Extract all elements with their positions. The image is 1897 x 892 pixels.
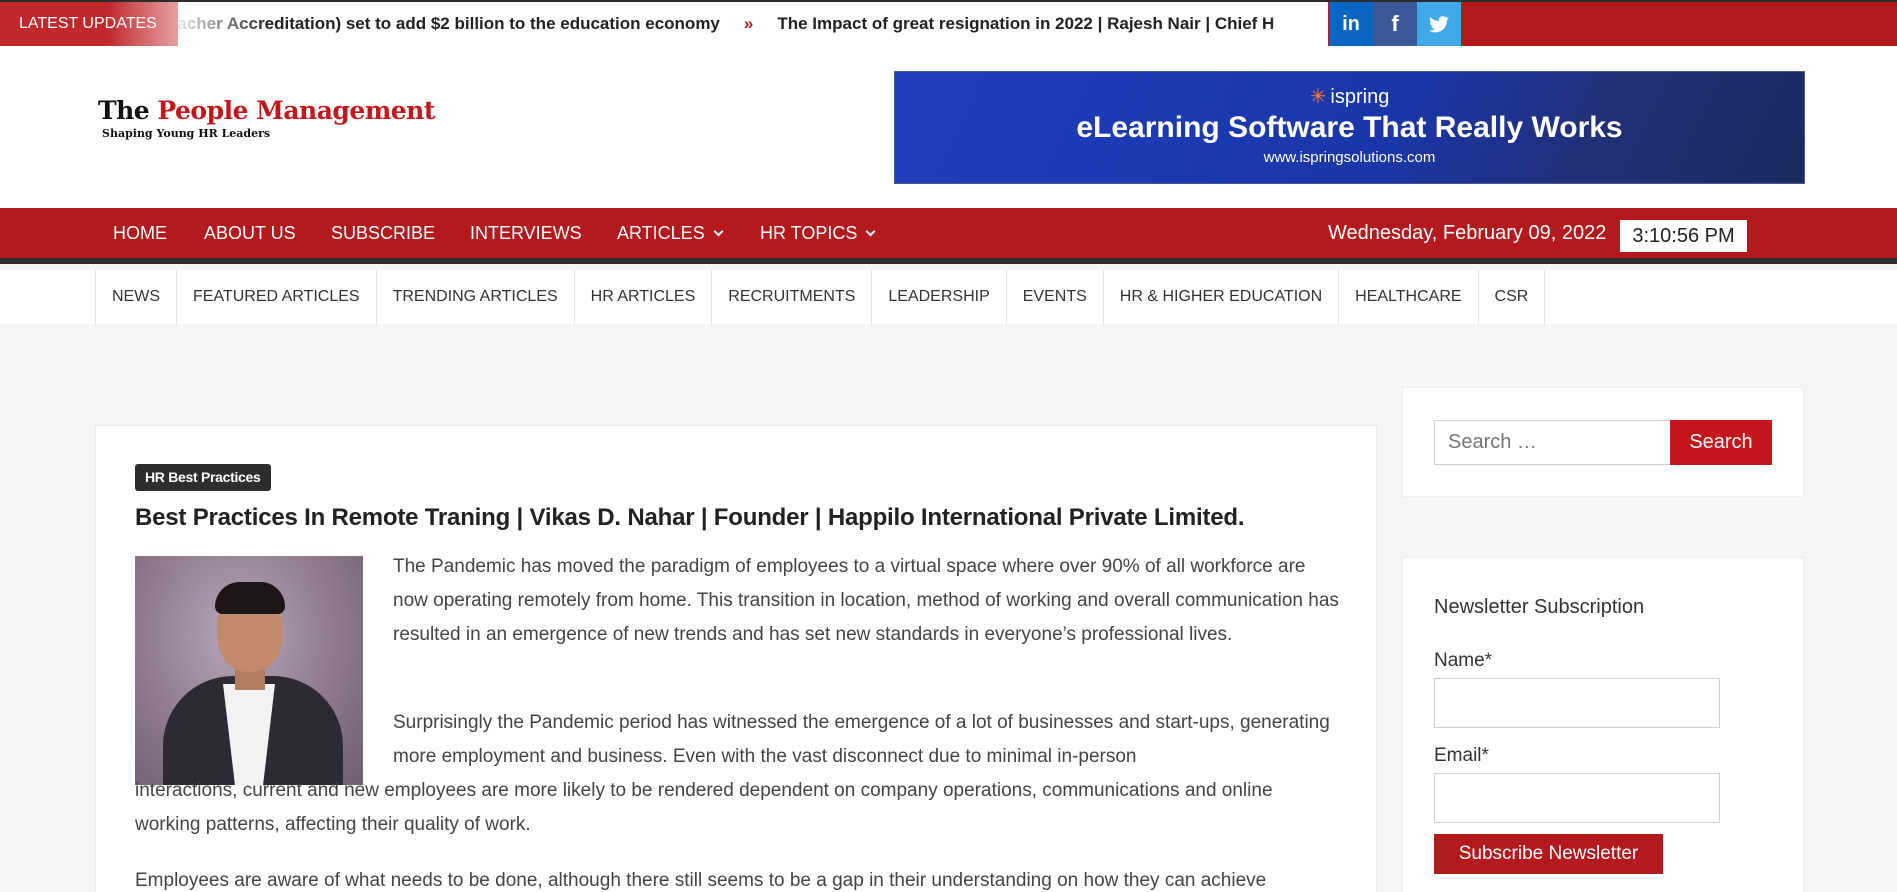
current-date: Wednesday, February 09, 2022 xyxy=(1328,222,1607,244)
ticker-fade-right xyxy=(1268,2,1328,46)
twitter-icon[interactable] xyxy=(1417,2,1461,46)
category-navigation: NEWS FEATURED ARTICLES TRENDING ARTICLES… xyxy=(0,270,1897,324)
search-button[interactable]: Search xyxy=(1670,420,1772,465)
ad-brand-name: ispring xyxy=(1330,86,1390,108)
linkedin-icon[interactable]: in xyxy=(1329,2,1373,46)
nav-home[interactable]: HOME xyxy=(113,208,167,258)
logo-tagline: Shaping Young HR Leaders xyxy=(102,127,271,140)
ad-url: www.ispringsolutions.com xyxy=(1263,149,1436,166)
nav-hr-topics-label: HR TOPICS xyxy=(760,223,858,243)
ispring-logo-icon: ✳ xyxy=(1309,86,1327,108)
newsletter-title: Newsletter Subscription xyxy=(1434,596,1645,618)
nav-articles-label: ARTICLES xyxy=(617,223,705,243)
site-header: The People Management Shaping Young HR L… xyxy=(0,46,1897,208)
ticker-item[interactable]: The Impact of great resignation in 2022 … xyxy=(777,14,1274,33)
latest-updates-ticker: LATEST UPDATES ar Teacher Accreditation)… xyxy=(0,0,1897,46)
main-navigation: HOME ABOUT US SUBSCRIBE INTERVIEWS ARTIC… xyxy=(0,208,1897,264)
logo-title-brand: People Management xyxy=(157,96,435,125)
current-time: 3:10:56 PM xyxy=(1620,220,1747,252)
article-paragraph: The Pandemic has moved the paradigm of e… xyxy=(393,556,1339,645)
ticker-fade-left xyxy=(178,2,268,46)
category-recruitments[interactable]: RECRUITMENTS xyxy=(712,270,873,324)
category-list: NEWS FEATURED ARTICLES TRENDING ARTICLES… xyxy=(95,270,1546,324)
ticker-track: ar Teacher Accreditation) set to add $2 … xyxy=(178,2,1328,46)
ticker-separator: » xyxy=(743,14,754,33)
category-hr-articles[interactable]: HR ARTICLES xyxy=(575,270,713,324)
article-card: HR Best Practices Best Practices In Remo… xyxy=(95,425,1377,892)
article-paragraph: Surprisingly the Pandemic period has wit… xyxy=(393,712,1330,767)
category-healthcare[interactable]: HEALTHCARE xyxy=(1339,270,1479,324)
twitter-bird-glyph xyxy=(1429,15,1449,32)
chevron-down-icon xyxy=(865,226,876,237)
chevron-down-icon xyxy=(713,226,724,237)
category-csr[interactable]: CSR xyxy=(1479,270,1546,324)
search-widget: Search xyxy=(1402,387,1804,497)
category-leadership[interactable]: LEADERSHIP xyxy=(872,270,1007,324)
nav-subscribe[interactable]: SUBSCRIBE xyxy=(331,208,435,258)
author-photo xyxy=(135,556,363,785)
search-input[interactable] xyxy=(1434,420,1671,465)
ad-brand: ✳ ispring xyxy=(895,84,1804,109)
name-label: Name* xyxy=(1434,650,1493,671)
nav-about-us[interactable]: ABOUT US xyxy=(204,208,296,258)
email-field[interactable] xyxy=(1434,773,1720,823)
category-events[interactable]: EVENTS xyxy=(1007,270,1104,324)
nav-articles[interactable]: ARTICLES xyxy=(617,208,724,258)
logo-title: The People Management xyxy=(98,96,435,125)
category-hr-higher-education[interactable]: HR & HIGHER EDUCATION xyxy=(1104,270,1340,324)
category-trending-articles[interactable]: TRENDING ARTICLES xyxy=(377,270,575,324)
logo-title-the: The xyxy=(98,96,158,125)
facebook-icon[interactable]: f xyxy=(1373,2,1417,46)
site-logo[interactable]: The People Management Shaping Young HR L… xyxy=(98,96,435,140)
category-news[interactable]: NEWS xyxy=(96,270,177,324)
article-paragraph: Employees are aware of what needs to be … xyxy=(135,870,1267,891)
email-label: Email* xyxy=(1434,745,1489,766)
photo-hair xyxy=(215,582,285,614)
ticker-label: LATEST UPDATES xyxy=(0,2,178,46)
ticker-items: ar Teacher Accreditation) set to add $2 … xyxy=(178,2,1274,46)
newsletter-widget: Newsletter Subscription Name* Email* Sub… xyxy=(1402,557,1804,892)
category-featured-articles[interactable]: FEATURED ARTICLES xyxy=(177,270,377,324)
nav-interviews[interactable]: INTERVIEWS xyxy=(470,208,582,258)
name-field[interactable] xyxy=(1434,678,1720,728)
ad-headline: eLearning Software That Really Works xyxy=(1076,111,1623,144)
category-badge[interactable]: HR Best Practices xyxy=(135,464,271,491)
nav-hr-topics[interactable]: HR TOPICS xyxy=(760,208,876,258)
subscribe-newsletter-button[interactable]: Subscribe Newsletter xyxy=(1434,834,1663,874)
ispring-ad-banner[interactable]: ✳ ispring eLearning Software That Really … xyxy=(894,71,1805,184)
article-title[interactable]: Best Practices In Remote Traning | Vikas… xyxy=(135,504,1245,532)
article-paragraph-continued: interactions, current and new employees … xyxy=(135,780,1273,835)
